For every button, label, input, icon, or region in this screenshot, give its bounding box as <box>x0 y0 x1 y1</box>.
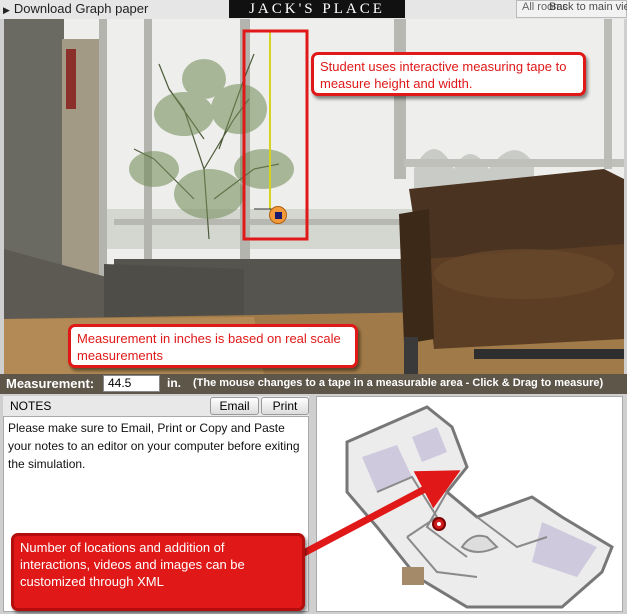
download-graph-paper-link[interactable]: ▶ Download Graph paper <box>3 1 148 16</box>
measurement-hint: (The mouse changes to a tape in a measur… <box>193 377 604 389</box>
brand-logo: JACK'S PLACE <box>229 0 405 18</box>
measurement-field[interactable]: 44.5 <box>103 375 160 392</box>
back-to-main-view-button[interactable]: Back to main view <box>549 1 627 17</box>
measurement-unit: in. <box>167 376 181 390</box>
triangle-right-icon: ▶ <box>3 5 10 15</box>
download-label: Download Graph paper <box>13 1 149 16</box>
floor-plan-graphic <box>345 405 614 609</box>
measurement-bar: Measurement: 44.5 in. (The mouse changes… <box>0 374 627 394</box>
inches-callout: Measurement in inches is based on real s… <box>68 324 358 368</box>
floor-plan-map[interactable] <box>316 396 623 612</box>
print-button[interactable]: Print <box>261 397 309 415</box>
measurement-label: Measurement: <box>6 376 95 391</box>
tape-callout: Student uses interactive measuring tape … <box>311 52 586 96</box>
tape-handle-icon[interactable] <box>269 206 287 224</box>
email-button[interactable]: Email <box>210 397 259 415</box>
red-location-pin-icon <box>432 517 446 531</box>
top-bar: ▶ Download Graph paper JACK'S PLACE All r… <box>0 0 627 19</box>
xml-callout: Number of locations and addition of inte… <box>11 533 305 611</box>
notes-title: NOTES <box>10 399 52 413</box>
notes-header: NOTES Email Print <box>3 396 309 416</box>
